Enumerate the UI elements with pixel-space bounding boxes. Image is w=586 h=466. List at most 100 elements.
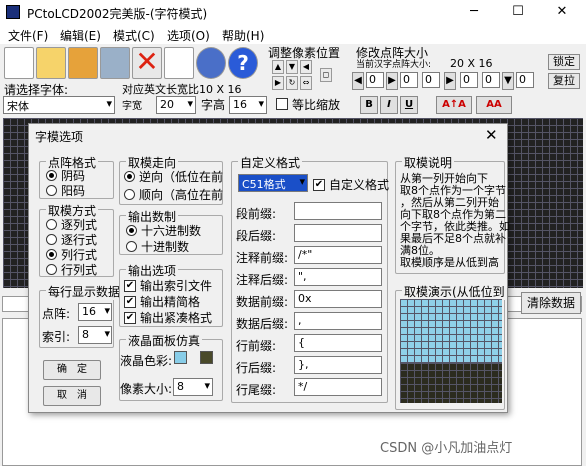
checkmark-icon: ✔ [313, 178, 325, 191]
output-options-group: 输出选项 ✔ 输出索引文件 ✔ 输出精简格 ✔ 输出紧凑格式 [119, 262, 223, 327]
restore-button[interactable]: 复拉 [548, 73, 580, 89]
minimize-button[interactable]: ─ [452, 2, 496, 22]
save-as-icon[interactable] [100, 47, 130, 79]
dialog-close-icon[interactable]: ✕ [485, 126, 498, 144]
underline-button[interactable]: U [400, 96, 418, 114]
explain-line: 取模顺序是从低到高 [400, 256, 499, 269]
rotate-icon[interactable]: ↻ [286, 76, 298, 90]
char-height-select[interactable]: 16 ▾ [229, 96, 267, 114]
pixel-size-select[interactable]: 8 ▾ [173, 378, 213, 396]
shift-up-icon[interactable]: ▲ [272, 60, 284, 74]
shift-left-icon[interactable]: ◀ [300, 60, 312, 74]
chevron-down-icon: ▾ [187, 97, 193, 110]
numbering-group: 输出数制 十六进制数 十进制数 [119, 208, 223, 255]
lock-button[interactable]: 锁定 [548, 54, 580, 70]
custom-row-input[interactable] [294, 202, 382, 220]
menu-mode[interactable]: 模式(C) [113, 27, 155, 44]
menu-bar: 文件(F) 编辑(E) 模式(C) 选项(O) 帮助(H) [0, 24, 586, 44]
cancel-button[interactable]: 取 消 [43, 386, 101, 406]
spin-6[interactable]: 0 [516, 72, 534, 88]
dot-count-select[interactable]: 16 ▾ [78, 303, 112, 321]
help-icon[interactable]: ? [228, 47, 258, 79]
delete-icon[interactable]: ✕ [132, 47, 162, 79]
gear-icon[interactable] [196, 47, 226, 79]
increase-width-icon[interactable]: ▶ [386, 72, 398, 90]
lcd-on-color-swatch[interactable] [174, 351, 187, 364]
width-spin-2[interactable]: 0 [400, 72, 418, 88]
numbering-option-dec[interactable]: 十进制数 [126, 238, 189, 255]
custom-row-input[interactable] [294, 224, 382, 242]
direction-option-forward[interactable]: 顺向（高位在前 [124, 186, 223, 203]
height-spin-1[interactable]: 0 [422, 72, 440, 88]
mode-option-row-column[interactable]: 行列式 [46, 261, 97, 278]
option-label: 自定义格式 [329, 178, 390, 192]
checkmark-icon: ✔ [124, 295, 136, 308]
down-icon[interactable]: ▼ [502, 72, 514, 90]
index-value: 8 [82, 328, 89, 341]
chevron-down-icon: ▾ [204, 379, 210, 392]
app-window: PCtoLCD2002完美版-(字符模式) ─ ☐ ✕ 文件(F) 编辑(E) … [0, 0, 586, 466]
decrease-width-icon[interactable]: ◀ [352, 72, 364, 90]
size-spinners: ◀ 0 ▶ 0 0 ▶ 0 0 ▼ 0 [352, 72, 544, 90]
per-line-title: 每行显示数据 [46, 283, 123, 300]
next-icon[interactable]: ▶ [444, 72, 456, 90]
custom-row-input[interactable]: /*" [294, 246, 382, 264]
mode-group: 取模方式 逐列式 逐行式 列行式 行列式 [39, 202, 114, 278]
document-icon[interactable] [164, 47, 194, 79]
save-icon[interactable] [68, 47, 98, 79]
shift-down-icon[interactable]: ▼ [286, 60, 298, 74]
radio-icon [46, 185, 57, 196]
numbering-option-hex[interactable]: 十六进制数 [126, 222, 201, 239]
ratio-checkbox[interactable] [276, 98, 288, 110]
option-label: 顺向（高位在前 [139, 188, 224, 202]
font-size-icon[interactable]: A↑A [436, 96, 472, 114]
shift-right-icon[interactable]: ▶ [272, 76, 284, 90]
lcd-off-color-swatch[interactable] [200, 351, 213, 364]
dot-format-option-yang[interactable]: 阳码 [46, 182, 85, 199]
output-compact-check[interactable]: ✔ 输出精简格 [124, 293, 200, 310]
custom-row-input[interactable]: }, [294, 356, 382, 374]
maximize-button[interactable]: ☐ [496, 2, 540, 22]
output-tight-check[interactable]: ✔ 输出紧凑格式 [124, 309, 212, 326]
width-spin-1[interactable]: 0 [366, 72, 384, 88]
lcd-sim-title: 液晶面板仿真 [126, 332, 203, 349]
radio-icon [46, 170, 57, 181]
format-select[interactable]: C51格式 ▾ [238, 174, 308, 192]
explain-group: 取模说明 从第一列开始向下 取8个点作为一个字节 ，然后从第二列开始 向下取8个点作为… [395, 154, 510, 274]
direction-option-reverse[interactable]: 逆向（低位在前 [124, 168, 223, 185]
custom-row-input[interactable]: 0x [294, 290, 382, 308]
lcd-color-label: 液晶色彩: [120, 354, 173, 368]
menu-file[interactable]: 文件(F) [8, 27, 48, 44]
clear-data-button[interactable]: 清除数据 [521, 292, 581, 314]
custom-row-label: 段前缀: [236, 207, 277, 221]
app-icon [6, 5, 20, 19]
italic-button[interactable]: I [380, 96, 398, 114]
font-style-icon[interactable]: AA [476, 96, 512, 114]
char-width-select[interactable]: 20 ▾ [156, 96, 196, 114]
per-line-group: 每行显示数据 点阵: 16 ▾ 索引: 8 ▾ [39, 283, 123, 348]
open-folder-icon[interactable] [36, 47, 66, 79]
menu-help[interactable]: 帮助(H) [222, 27, 264, 44]
explain-title: 取模说明 [402, 154, 455, 171]
custom-row-input[interactable]: { [294, 334, 382, 352]
close-button[interactable]: ✕ [540, 2, 584, 22]
custom-row-input[interactable]: , [294, 312, 382, 330]
menu-options[interactable]: 选项(O) [167, 27, 210, 44]
confirm-button[interactable]: 确 定 [43, 360, 101, 380]
output-index-check[interactable]: ✔ 输出索引文件 [124, 277, 212, 294]
pixel-position-title: 调整像素位置 [268, 46, 341, 60]
lcd-sim-group: 液晶面板仿真 液晶色彩: 像素大小: 8 ▾ [119, 332, 223, 401]
custom-row-input[interactable]: */ [294, 378, 382, 396]
bold-button[interactable]: B [360, 96, 378, 114]
font-select[interactable]: 宋体 ▾ [3, 96, 115, 114]
custom-format-check[interactable]: ✔ 自定义格式 [313, 176, 389, 193]
spin-5[interactable]: 0 [482, 72, 500, 88]
index-select[interactable]: 8 ▾ [78, 326, 112, 344]
custom-row-input[interactable]: ", [294, 268, 382, 286]
reset-icon[interactable]: ◻ [320, 68, 332, 82]
new-file-icon[interactable] [4, 47, 34, 79]
pixel-arrow-pad: ▲ ▼ ◀ ▶ ↻ ⇔ ◻ [272, 60, 344, 96]
height-spin-2[interactable]: 0 [460, 72, 478, 88]
menu-edit[interactable]: 编辑(E) [60, 27, 101, 44]
mirror-icon[interactable]: ⇔ [300, 76, 312, 90]
